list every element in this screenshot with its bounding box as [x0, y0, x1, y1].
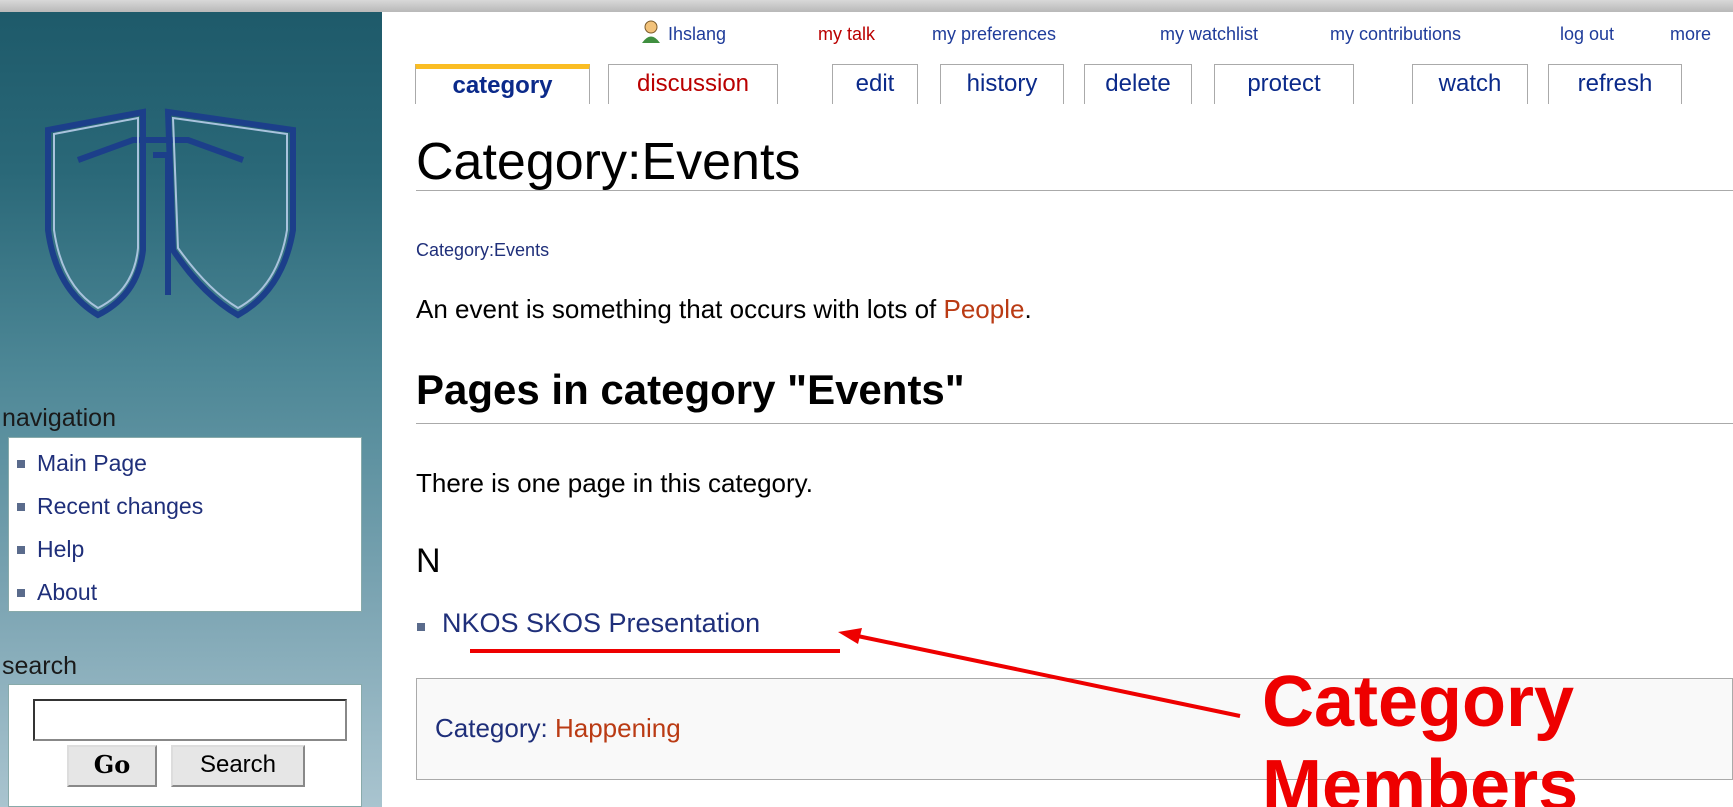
user-link[interactable]: Ihslang [668, 24, 726, 45]
category-member-link[interactable]: NKOS SKOS Presentation [416, 608, 760, 639]
navigation-portlet: Main Page Recent changes Help About [8, 437, 362, 612]
people-link[interactable]: People [943, 294, 1024, 324]
tab-category[interactable]: category [415, 64, 590, 104]
contributions-link[interactable]: my contributions [1330, 24, 1461, 45]
wiki-logo[interactable] [38, 100, 308, 320]
talk-link[interactable]: my talk [818, 24, 875, 45]
nav-help[interactable]: Help [17, 534, 361, 577]
catlinks-text: Category: Happening [435, 713, 681, 744]
tab-edit[interactable]: edit [832, 64, 918, 104]
watchlist-link[interactable]: my watchlist [1160, 24, 1258, 45]
user-icon [640, 20, 662, 49]
page-tabs: category discussion edit history delete … [0, 62, 1733, 104]
page-title: Category:Events [416, 133, 801, 191]
nav-about[interactable]: About [17, 577, 361, 620]
logout-link[interactable]: log out [1560, 24, 1614, 45]
annotation-line-2: Members [1262, 746, 1579, 807]
navigation-title: navigation [2, 404, 116, 432]
intro-suffix: . [1024, 294, 1032, 324]
search-input[interactable] [33, 699, 347, 741]
nav-recent-changes[interactable]: Recent changes [17, 491, 361, 534]
nav-main-page[interactable]: Main Page [17, 448, 361, 491]
search-button[interactable]: Search [171, 745, 305, 787]
sidebar: navigation Main Page Recent changes Help… [0, 12, 382, 807]
go-button[interactable]: Go [67, 745, 157, 787]
more-link[interactable]: more [1670, 24, 1711, 45]
search-portlet: Go Search [8, 684, 362, 807]
annotation-underline [470, 649, 840, 653]
section-heading: Pages in category "Events" [416, 366, 965, 413]
annotation-callout: Category Members [1262, 660, 1578, 807]
intro-text: An event is something that occurs with l… [416, 294, 944, 324]
intro-paragraph: An event is something that occurs with l… [416, 294, 1032, 325]
tab-refresh[interactable]: refresh [1548, 64, 1682, 104]
tab-history[interactable]: history [940, 64, 1064, 104]
breadcrumb[interactable]: Category:Events [416, 240, 549, 261]
happening-link[interactable]: Happening [555, 713, 681, 743]
annotation-line-1: Category [1262, 662, 1575, 742]
tab-watch[interactable]: watch [1412, 64, 1528, 104]
page-count-text: There is one page in this category. [416, 468, 813, 498]
tab-delete[interactable]: delete [1084, 64, 1192, 104]
section-divider [416, 423, 1733, 424]
title-divider [416, 190, 1733, 191]
search-title: search [2, 652, 78, 680]
preferences-link[interactable]: my preferences [932, 24, 1056, 45]
tab-protect[interactable]: protect [1214, 64, 1354, 104]
tab-discussion[interactable]: discussion [608, 64, 778, 104]
catlinks-prefix: Category: [435, 713, 555, 743]
letter-heading: N [416, 542, 441, 580]
window-top-strip [0, 0, 1733, 12]
